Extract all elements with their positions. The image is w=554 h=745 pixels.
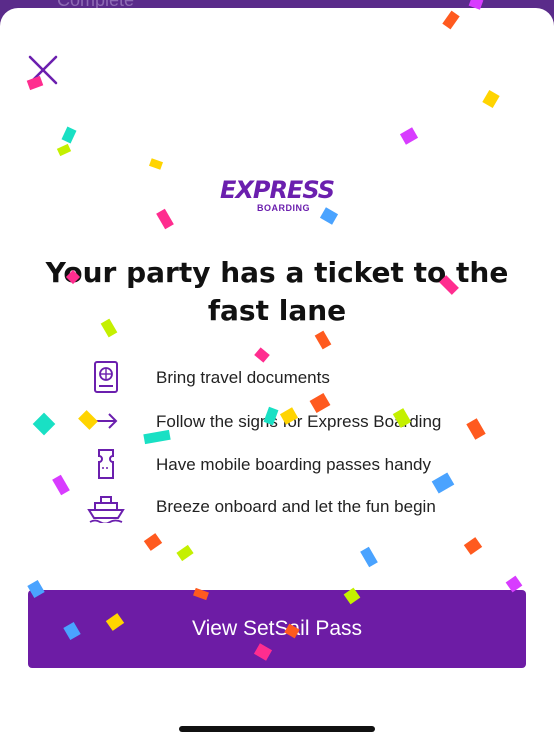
feature-item-documents: Bring travel documents	[84, 360, 504, 394]
express-boarding-modal: EXPRESS BOARDING Your party has a ticket…	[0, 8, 554, 745]
feature-text: Follow the signs for Express Boarding	[156, 412, 442, 431]
page-title: Your party has a ticket to the fast lane	[45, 256, 509, 327]
feature-text: Bring travel documents	[156, 368, 330, 387]
close-button[interactable]	[26, 53, 60, 87]
feature-item-signs: Follow the signs for Express Boarding	[84, 404, 504, 438]
close-icon	[28, 55, 58, 85]
ship-icon	[84, 489, 128, 525]
express-boarding-logo: EXPRESS BOARDING	[214, 176, 340, 218]
feature-text: Have mobile boarding passes handy	[156, 455, 432, 474]
logo-sub-text: BOARDING	[257, 203, 310, 213]
feature-item-onboard: Breeze onboard and let the fun begin	[84, 489, 504, 525]
passport-icon	[84, 360, 128, 394]
feature-item-passes: Have mobile boarding passes handy	[84, 447, 504, 481]
ticket-icon	[84, 447, 128, 481]
view-setsail-pass-button[interactable]: View SetSail Pass	[28, 590, 526, 668]
feature-text: Breeze onboard and let the fun begin	[156, 497, 436, 516]
arrow-right-icon	[84, 404, 128, 438]
home-indicator	[179, 726, 375, 732]
logo-main-text: EXPRESS	[219, 176, 335, 204]
